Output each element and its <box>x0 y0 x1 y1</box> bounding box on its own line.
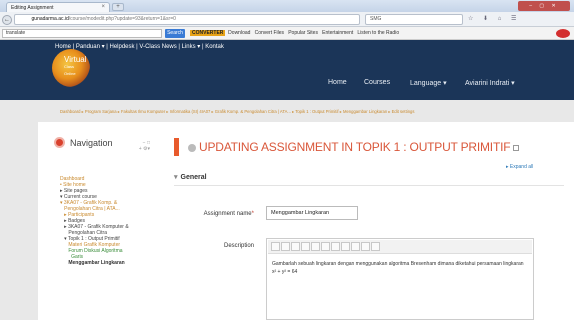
media-icon[interactable] <box>361 241 370 251</box>
address-bar[interactable]: gunadarma.ac.id/course/modedit.php?updat… <box>14 14 360 25</box>
converter-brand[interactable]: CONVERTER <box>190 30 226 36</box>
page-content: Navigation − □ + ⚙▾ Dashboard • Site hom… <box>38 122 574 320</box>
logo-sub1: Class <box>64 64 75 69</box>
italic-icon[interactable] <box>301 241 310 251</box>
main-region: UPDATING ASSIGNMENT IN TOPIK 1 : OUTPUT … <box>174 122 574 320</box>
logo-title: Virtual <box>64 55 87 64</box>
site-logo-text: Virtual Class Online <box>64 56 87 77</box>
nav-language-menu[interactable]: Language ▾ <box>410 79 447 87</box>
link-icon[interactable] <box>331 241 340 251</box>
title-accent-bar <box>174 138 179 156</box>
image-icon[interactable] <box>351 241 360 251</box>
toolbar-search-button[interactable]: Search <box>165 29 185 38</box>
general-section-header[interactable]: ▾ General <box>174 173 207 181</box>
navigation-title: Navigation <box>70 138 113 148</box>
browser-search-input[interactable]: SMG <box>365 14 463 25</box>
addon-toolbar: translate Search CONVERTER Download Conv… <box>0 27 574 40</box>
collapse-icon[interactable]: ▾ <box>174 174 178 181</box>
description-text[interactable]: Gambarlah sebuah lingkaran dengan menggu… <box>272 260 524 276</box>
divider <box>174 185 564 186</box>
navigation-block: Navigation − □ + ⚙▾ Dashboard • Site hom… <box>52 137 162 320</box>
number-list-icon[interactable] <box>321 241 330 251</box>
toolbar-links-text[interactable]: Download Convert Files Popular Sites Ent… <box>225 30 399 36</box>
site-menu-links[interactable]: Home | Panduan ▾ | Helpdesk | V-Class Ne… <box>55 43 224 50</box>
required-mark: * <box>251 211 254 217</box>
back-button[interactable]: ← <box>2 15 12 25</box>
editor-toolbar <box>268 240 532 254</box>
navigation-icon <box>54 137 65 148</box>
breadcrumb[interactable]: Dashboard ▸ Program Sarjana ▸ Fakultas I… <box>0 100 574 122</box>
logo-sub2: Online <box>64 71 76 76</box>
help-icon[interactable] <box>513 144 520 151</box>
browser-navigation-bar: ← gunadarma.ac.id/course/modedit.php?upd… <box>0 12 574 27</box>
new-tab-button[interactable]: + <box>112 3 124 11</box>
bullet-list-icon[interactable] <box>311 241 320 251</box>
toolbar-links[interactable]: CONVERTER Download Convert Files Popular… <box>190 29 399 38</box>
description-label: Description <box>223 243 254 249</box>
expand-all-link[interactable]: ▸ Expand all <box>506 164 533 170</box>
page-title-text: UPDATING ASSIGNMENT IN TOPIK 1 : OUTPUT … <box>199 140 511 154</box>
window-controls[interactable]: – ▢ ✕ <box>518 1 570 11</box>
url-prefix <box>19 16 32 22</box>
assignment-name-label-text: Assignment name <box>203 211 252 217</box>
navigation-tree: Dashboard • Site home ▸ Site pages ▾ Cur… <box>60 176 160 266</box>
assignment-name-label: Assignment name* <box>174 211 254 217</box>
browser-toolbar-icons[interactable]: ☆ ⬇ ⌂ ☰ <box>468 14 572 25</box>
file-icon[interactable] <box>371 241 380 251</box>
nav-courses-link[interactable]: Courses <box>364 79 390 86</box>
page-title: UPDATING ASSIGNMENT IN TOPIK 1 : OUTPUT … <box>188 140 520 154</box>
unlink-icon[interactable] <box>341 241 350 251</box>
browser-tab[interactable]: Editing Assignment × <box>6 2 110 12</box>
browser-tab-bar: Editing Assignment × + – ▢ ✕ <box>0 0 574 12</box>
style-icon[interactable] <box>281 241 290 251</box>
tab-close-icon[interactable]: × <box>101 4 105 10</box>
url-path: /course/modedit.php?update=93&return=1&s… <box>68 16 176 22</box>
nav-item-current-assignment[interactable]: Menggambar Lingkaran <box>60 260 160 266</box>
browser-tab-title: Editing Assignment <box>11 5 54 11</box>
url-domain: gunadarma.ac.id <box>31 16 69 22</box>
description-editor[interactable]: Gambarlah sebuah lingkaran dengan menggu… <box>266 238 534 320</box>
nav-home-link[interactable]: Home <box>328 79 347 86</box>
block-controls[interactable]: − □ + ⚙▾ <box>130 140 150 152</box>
assignment-icon <box>188 143 196 152</box>
general-section-label: General <box>180 174 207 181</box>
bold-icon[interactable] <box>291 241 300 251</box>
toolbar-toggle-icon[interactable] <box>271 241 280 251</box>
toolbar-search-input[interactable]: translate <box>2 29 162 38</box>
nav-user-menu[interactable]: Aviarini Indrati ▾ <box>465 79 515 87</box>
assignment-name-input[interactable]: Menggambar Lingkaran <box>266 206 358 220</box>
extension-icon[interactable] <box>556 29 570 38</box>
